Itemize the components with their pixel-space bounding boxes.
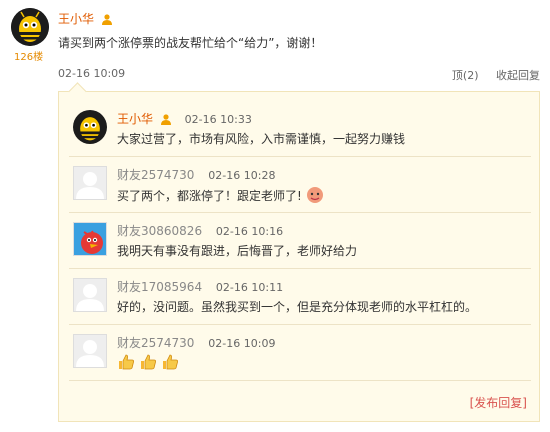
reply-author[interactable]: 财友2574730 02-16 10:28	[117, 166, 275, 183]
post-author[interactable]: 王小华	[58, 10, 112, 28]
emoji-icon	[306, 186, 324, 207]
reply-text	[117, 354, 179, 373]
top-button[interactable]: 顶(2)	[452, 69, 479, 82]
reply-author-name[interactable]: 王小华	[117, 112, 153, 126]
reply-author-name[interactable]: 财友30860826	[117, 224, 202, 238]
reply-author[interactable]: 财友30860826 02-16 10:16	[117, 222, 283, 239]
reply-time: 02-16 10:28	[208, 169, 276, 182]
bee-avatar-icon[interactable]	[73, 110, 107, 144]
reply-text: 买了两个，都涨停了！跟定老师了!	[117, 186, 324, 207]
divider	[69, 212, 531, 213]
reply-time: 02-16 10:16	[215, 225, 284, 238]
reply-text: 我明天有事没有跟进，后悔晋了，老师好给力	[117, 244, 358, 258]
default-avatar-icon[interactable]	[73, 166, 107, 200]
post-time: 02-16 10:09	[58, 67, 126, 80]
post-text: 请买到两个涨停票的战友帮忙给个“给力”，谢谢！	[58, 36, 323, 50]
reply-text: 好的，没问题。虽然我买到一个，但是充分体现老师的水平杠杠的。	[117, 300, 478, 314]
reply-text-content: 买了两个，都涨停了！跟定老师了!	[117, 189, 302, 203]
reply-time: 02-16 10:33	[184, 113, 252, 126]
divider	[69, 324, 531, 325]
reply-author[interactable]: 财友2574730 02-16 10:09	[117, 334, 275, 351]
floor-number: 126楼	[14, 52, 44, 63]
default-avatar-icon[interactable]	[73, 278, 107, 312]
member-icon	[160, 114, 171, 128]
default-avatar-icon[interactable]	[73, 334, 107, 368]
reply-time: 02-16 10:11	[215, 281, 284, 294]
reply-author[interactable]: 王小华 02-16 10:33	[117, 110, 252, 128]
author-name[interactable]: 王小华	[58, 12, 94, 26]
angry-bird-avatar-icon[interactable]	[73, 222, 107, 256]
reply-author-name[interactable]: 财友2574730	[117, 168, 194, 182]
bee-avatar-icon[interactable]	[11, 8, 49, 46]
collapse-reply-button[interactable]: 收起回复	[496, 69, 540, 82]
post-actions: 顶(2) 收起回复	[438, 67, 540, 83]
member-icon	[101, 14, 112, 28]
reply-box-arrow	[68, 82, 87, 101]
reply-author-name[interactable]: 财友2574730	[117, 336, 194, 350]
reply-time: 02-16 10:09	[208, 337, 276, 350]
thumbs-up-icon	[161, 354, 179, 373]
divider	[69, 268, 531, 269]
reply-text: 大家过营了，市场有风险，入市需谨慎，一起努力赚钱	[117, 132, 406, 146]
thumbs-up-icon	[117, 354, 135, 373]
reply-author-name[interactable]: 财友17085964	[117, 280, 202, 294]
thumbs-up-icon	[139, 354, 157, 373]
publish-reply-button[interactable]: [发布回复]	[470, 394, 527, 411]
divider	[69, 156, 531, 157]
divider	[69, 380, 531, 381]
reply-box: 王小华 02-16 10:33 大家过营了，市场有风险，入市需谨慎，一起努力赚钱…	[58, 82, 540, 422]
reply-author[interactable]: 财友17085964 02-16 10:11	[117, 278, 283, 295]
